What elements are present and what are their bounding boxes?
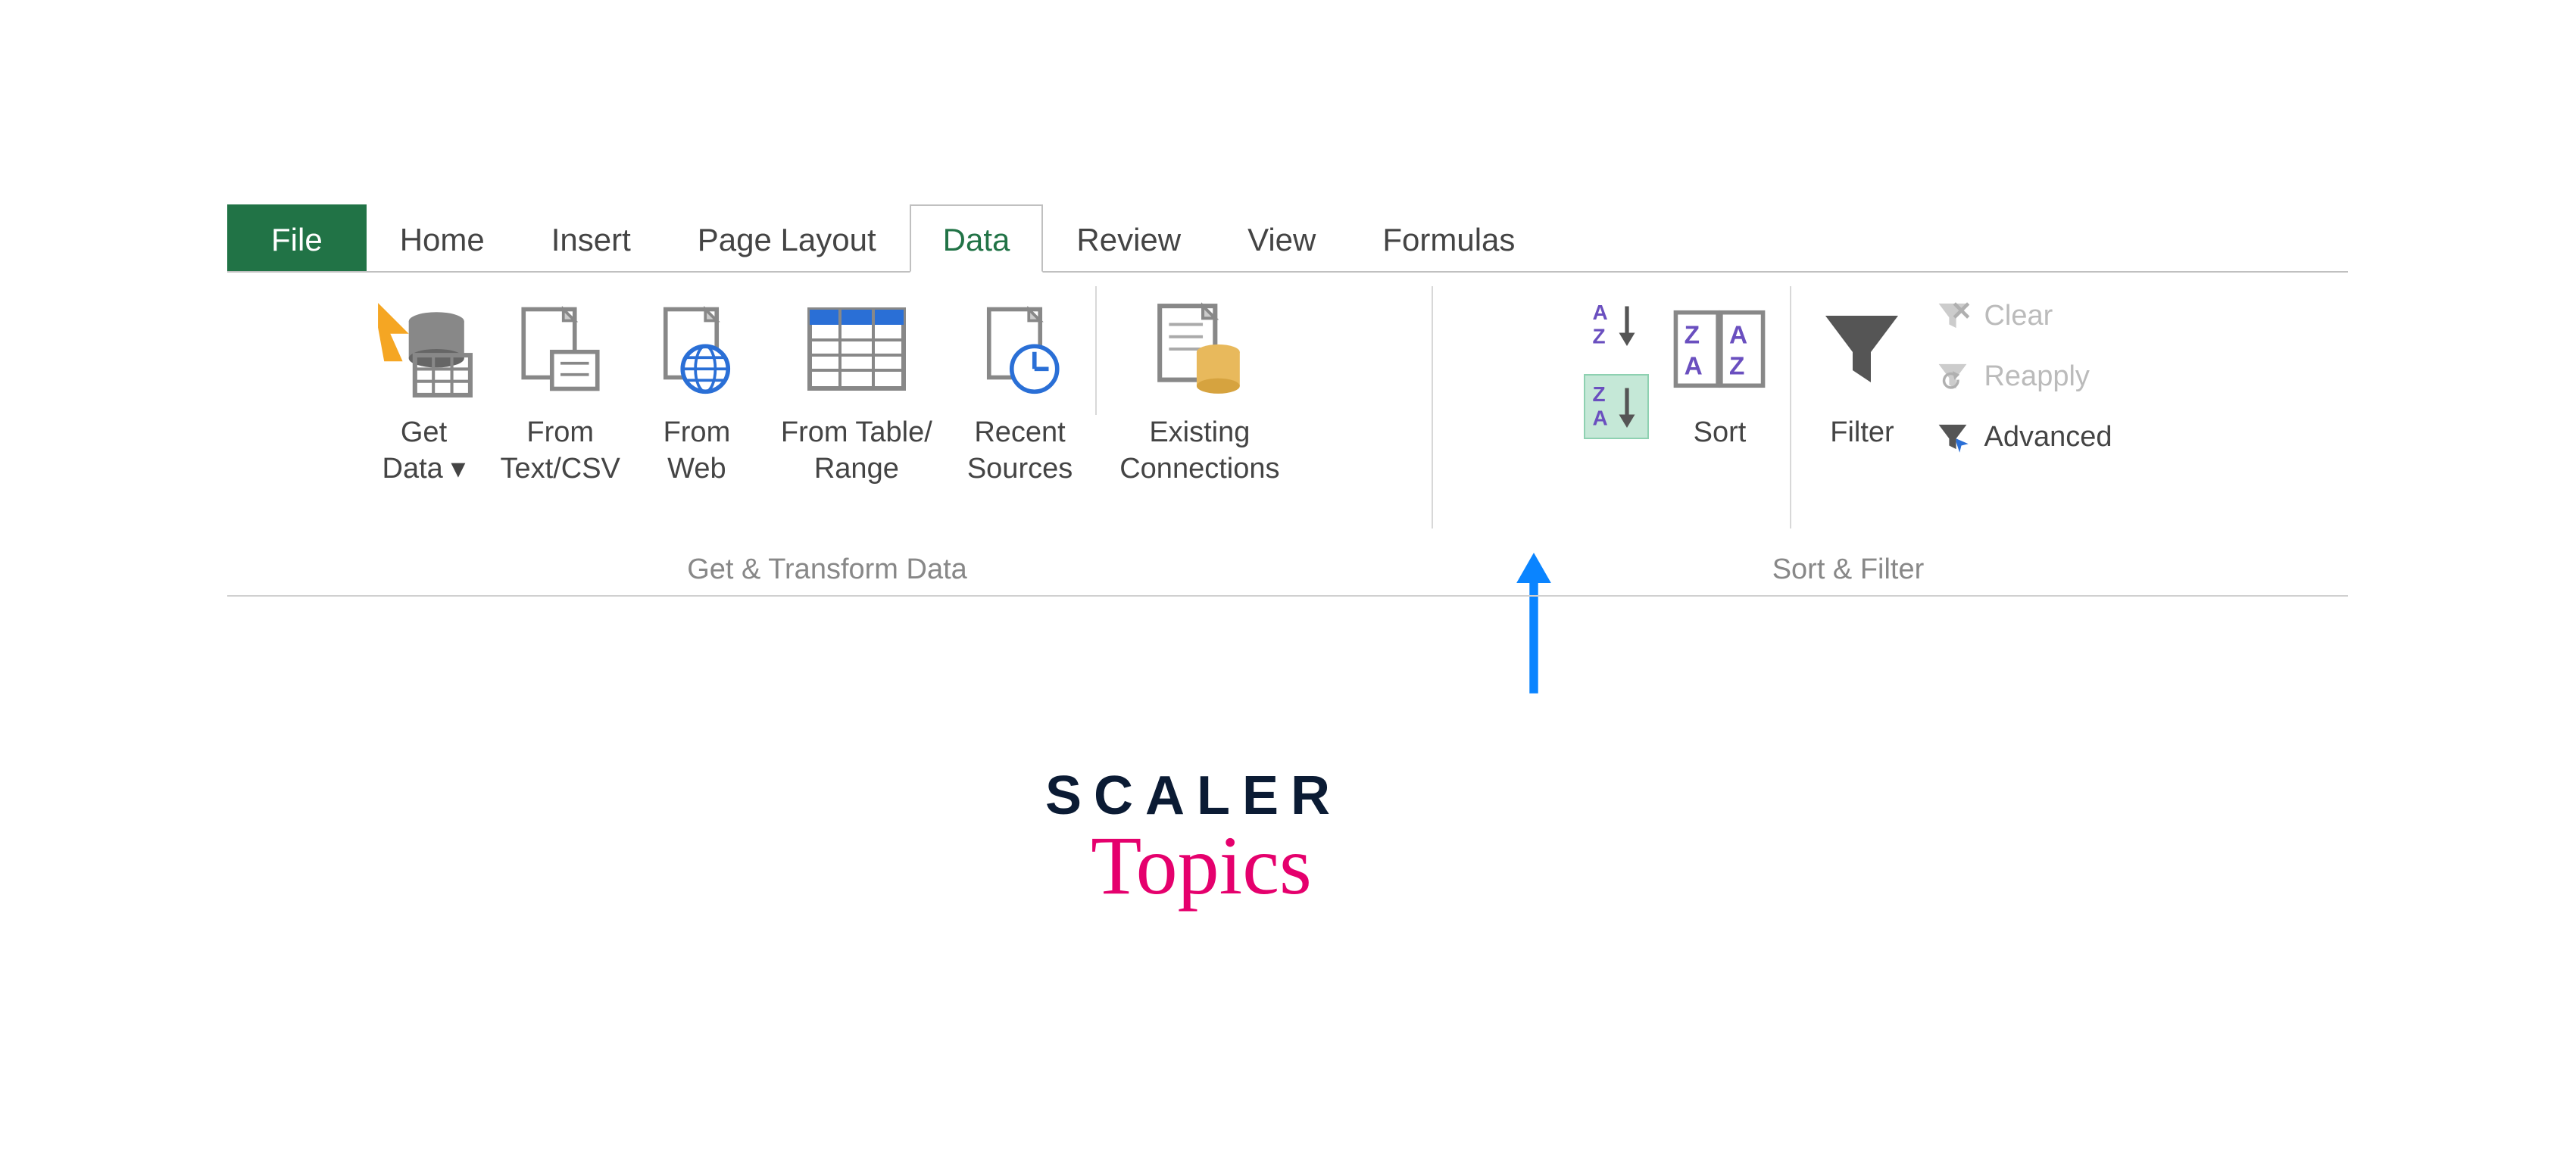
sort-ascending-button[interactable]: A Z (1584, 292, 1649, 357)
recent-sources-button[interactable]: Recent Sources (954, 286, 1086, 528)
filter-icon (1813, 292, 1911, 406)
table-range-icon (800, 292, 913, 406)
from-web-button[interactable]: From Web (634, 286, 760, 528)
get-data-label: Get Data ▾ (382, 415, 466, 487)
svg-text:A: A (1729, 322, 1747, 350)
tab-data[interactable]: Data (910, 204, 1044, 273)
sort-descending-button[interactable]: Z A (1584, 374, 1649, 439)
sort-small-buttons: A Z Z A (1576, 286, 1656, 439)
reapply-filter-button[interactable]: Reapply (1932, 353, 2112, 400)
advanced-filter-button[interactable]: Advanced (1932, 413, 2112, 460)
existing-connections-label: Existing Connections (1119, 415, 1279, 487)
clear-filter-label: Clear (1984, 300, 2053, 332)
separator (1790, 286, 1791, 528)
get-data-icon (375, 292, 473, 406)
clear-filter-icon (1932, 295, 1973, 336)
group-label-sort-filter: Sort & Filter (1772, 546, 1925, 595)
from-text-csv-label: From Text/CSV (501, 415, 620, 487)
sort-button[interactable]: Z A A Z Sort (1656, 286, 1782, 528)
recent-sources-label: Recent Sources (967, 415, 1073, 487)
sort-dialog-icon: Z A A Z (1670, 292, 1769, 406)
scaler-topics-logo: SCALER Topics (1045, 765, 1342, 914)
group-sort-filter: A Z Z A (1447, 286, 2250, 595)
separator (1095, 286, 1097, 415)
svg-text:Z: Z (1685, 322, 1700, 350)
tab-formulas[interactable]: Formulas (1349, 204, 1548, 273)
existing-connections-icon (1151, 292, 1249, 406)
from-web-label: From Web (664, 415, 731, 487)
svg-text:Z: Z (1729, 352, 1744, 380)
clear-filter-button[interactable]: Clear (1932, 292, 2112, 339)
group-label-get-transform: Get & Transform Data (687, 546, 967, 595)
sort-za-icon: Z A (1590, 380, 1643, 433)
get-data-button[interactable]: Get Data ▾ (361, 286, 487, 528)
group-separator (1432, 286, 1433, 528)
existing-connections-button[interactable]: Existing Connections (1106, 286, 1293, 528)
svg-text:A: A (1593, 407, 1608, 430)
tab-file[interactable]: File (227, 204, 367, 273)
from-web-icon (648, 292, 746, 406)
tab-view[interactable]: View (1214, 204, 1349, 273)
tab-insert[interactable]: Insert (518, 204, 664, 273)
filter-button[interactable]: Filter (1799, 286, 1925, 528)
group-get-transform: Get Data ▾ From Text/CSV (236, 286, 1418, 595)
sort-label: Sort (1694, 415, 1747, 451)
ribbon-body: Get Data ▾ From Text/CSV (227, 271, 2348, 597)
tab-home[interactable]: Home (367, 204, 518, 273)
reapply-filter-icon (1932, 356, 1973, 397)
recent-sources-icon (971, 292, 1069, 406)
filter-label: Filter (1830, 415, 1894, 451)
from-table-range-label: From Table/ Range (781, 415, 932, 487)
text-csv-icon (511, 292, 610, 406)
ribbon-tabs: File Home Insert Page Layout Data Review… (227, 204, 2348, 273)
from-table-range-button[interactable]: From Table/ Range (760, 286, 954, 528)
svg-text:Z: Z (1593, 325, 1606, 348)
logo-topics-text: Topics (1060, 818, 1342, 914)
tab-review[interactable]: Review (1043, 204, 1214, 273)
sort-az-icon: A Z (1590, 298, 1643, 351)
svg-text:Z: Z (1593, 382, 1606, 406)
ribbon: File Home Insert Page Layout Data Review… (227, 204, 2348, 597)
tab-page-layout[interactable]: Page Layout (664, 204, 910, 273)
svg-text:A: A (1685, 352, 1703, 380)
filter-side-buttons: Clear Reapply (1925, 286, 2119, 460)
svg-text:A: A (1593, 301, 1608, 324)
from-text-csv-button[interactable]: From Text/CSV (487, 286, 634, 528)
advanced-filter-icon (1932, 416, 1973, 457)
advanced-filter-label: Advanced (1984, 421, 2112, 454)
reapply-filter-label: Reapply (1984, 360, 2089, 393)
